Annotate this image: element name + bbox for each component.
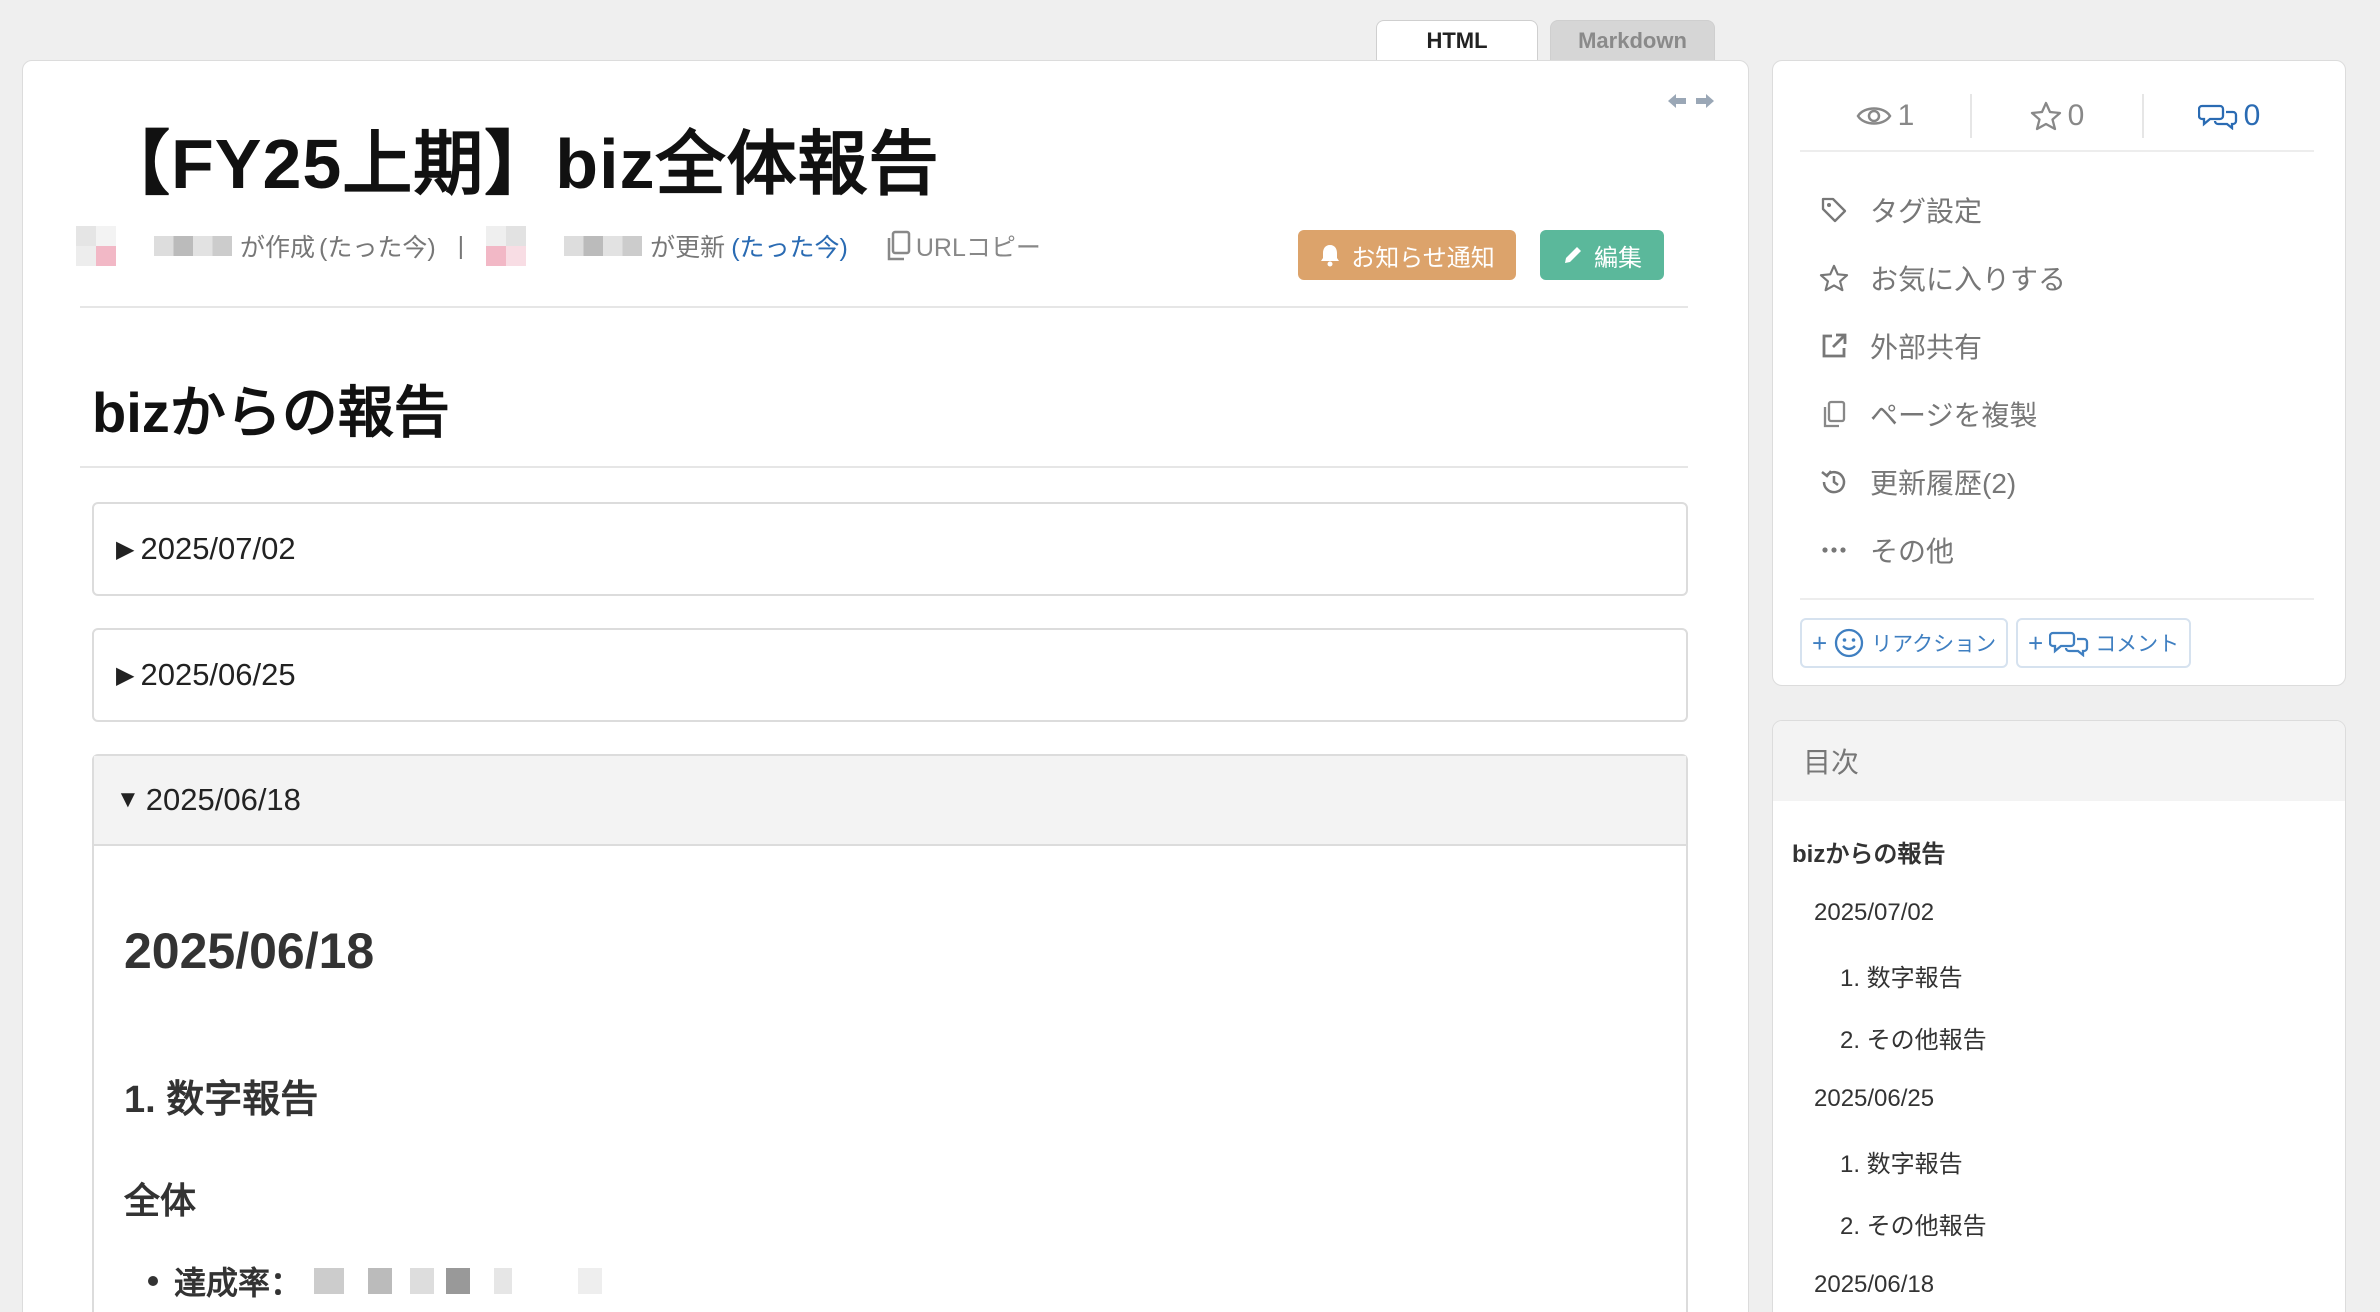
star-count-value: 0 <box>2067 99 2085 132</box>
menu-item-history[interactable]: 更新履歴(2) <box>1814 448 2066 516</box>
heading-divider <box>80 466 1688 468</box>
edit-button[interactable]: 編集 <box>1540 230 1664 280</box>
history-icon <box>1814 462 1854 502</box>
toc-item[interactable]: 1. 数字報告 <box>1792 944 1987 1006</box>
toc-item[interactable]: 2. その他報告 <box>1792 1006 1987 1068</box>
expanded-triangle-icon: ▼ <box>116 786 140 813</box>
updated-time-link[interactable]: (たった今) <box>731 228 848 264</box>
collapsible-section-open: ▼ 2025/06/18 <box>92 754 1688 1312</box>
star-icon <box>1814 258 1854 298</box>
section-subsubheading: 全体 <box>124 1180 197 1221</box>
content-heading: bizからの報告 <box>92 381 450 444</box>
toc-item[interactable]: 2025/07/02 <box>1792 882 1987 944</box>
comment-count-value: 0 <box>2243 99 2261 132</box>
section-date: 2025/07/02 <box>140 531 296 566</box>
more-icon <box>1814 530 1854 570</box>
tab-html[interactable]: HTML <box>1376 20 1538 60</box>
menu-item-label: お気に入りする <box>1870 264 2067 295</box>
copy-icon <box>887 230 911 261</box>
section-subheading: 1. 数字報告 <box>124 1079 319 1121</box>
star-icon <box>2030 101 2061 131</box>
menu-item-label: ページを複製 <box>1870 400 2038 431</box>
collapsible-section: ▶ 2025/07/02 <box>92 502 1688 596</box>
duplicate-icon <box>1814 394 1854 434</box>
toc-item[interactable]: 1. 数字報告 <box>1792 1130 1987 1192</box>
created-label: が作成 <box>240 234 316 262</box>
collapsed-triangle-icon: ▶ <box>116 661 135 689</box>
title-divider <box>80 306 1688 308</box>
external-link-icon <box>1814 326 1854 366</box>
comments-icon <box>2049 631 2089 657</box>
section-date: 2025/06/25 <box>140 657 296 692</box>
tab-markdown[interactable]: Markdown <box>1550 20 1715 60</box>
view-mode-tabs: HTML Markdown <box>1376 20 1715 60</box>
add-reaction-label: リアクション <box>1871 633 1997 656</box>
star-count[interactable]: 0 <box>1972 99 2142 133</box>
add-comment-label: コメント <box>2095 633 2180 656</box>
page-actions-menu: タグ設定 お気に入りする 外部共有 ページを複製 更新履歴(2) その他 <box>1814 176 2066 584</box>
menu-item-duplicate[interactable]: ページを複製 <box>1814 380 2066 448</box>
toc-title: 目次 <box>1773 721 2345 801</box>
copy-url-label: URLコピー <box>915 234 1041 262</box>
eye-icon <box>1856 107 1892 125</box>
notify-button-label: お知らせ通知 <box>1351 244 1495 272</box>
menu-item-favorite[interactable]: お気に入りする <box>1814 244 2066 312</box>
updater-name[interactable] <box>564 236 643 256</box>
menu-item-label: 更新履歴(2) <box>1870 468 2017 499</box>
notify-button[interactable]: お知らせ通知 <box>1298 230 1516 280</box>
view-count: 1 <box>1800 99 1970 133</box>
add-comment-button[interactable]: + コメント <box>2016 618 2192 668</box>
section-summary-toggle[interactable]: ▶ 2025/07/02 <box>94 504 1686 594</box>
collapsible-section: ▶ 2025/06/25 <box>92 628 1688 722</box>
pencil-icon <box>1565 247 1581 263</box>
bullet <box>148 1276 158 1286</box>
stats-divider <box>1800 150 2314 152</box>
add-reaction-button[interactable]: + リアクション <box>1800 618 2009 668</box>
section-content-title: 2025/06/18 <box>124 923 375 979</box>
page-title: 【FY25上期】biz全体報告 <box>100 125 940 203</box>
menu-divider <box>1800 598 2314 600</box>
toc-item[interactable]: bizからの報告 <box>1792 820 1987 882</box>
edit-button-label: 編集 <box>1594 244 1642 272</box>
updater-avatar[interactable] <box>486 226 527 266</box>
toc-item[interactable]: 2025/06/25 <box>1792 1068 1987 1130</box>
plus-icon: + <box>1812 627 1828 658</box>
menu-item-more[interactable]: その他 <box>1814 516 2066 584</box>
plus-icon: + <box>2028 627 2044 658</box>
menu-item-label: その他 <box>1870 536 1955 567</box>
bell-icon <box>1321 245 1340 267</box>
page-meta: が作成 (たった今) | が更新 (たった今) URLコピー <box>76 224 1041 268</box>
comments-icon <box>2197 104 2237 130</box>
toc-item[interactable]: 2025/06/18 <box>1792 1254 1987 1312</box>
menu-item-tags[interactable]: タグ設定 <box>1814 176 2066 244</box>
creator-name[interactable] <box>154 236 232 256</box>
copy-url-button[interactable]: URLコピー <box>884 228 1041 264</box>
menu-item-external-share[interactable]: 外部共有 <box>1814 312 2066 380</box>
created-time: (たった今) <box>319 234 436 262</box>
toc-item[interactable]: 2. その他報告 <box>1792 1192 1987 1254</box>
section-date: 2025/06/18 <box>145 782 301 817</box>
expand-width-icon[interactable] <box>1666 90 1716 112</box>
smiley-icon <box>1835 628 1864 658</box>
section-summary-toggle[interactable]: ▼ 2025/06/18 <box>94 756 1686 846</box>
view-count-value: 1 <box>1897 99 1915 132</box>
menu-item-label: 外部共有 <box>1870 332 1983 363</box>
redacted-value <box>314 1268 615 1294</box>
creator-avatar[interactable] <box>76 226 116 266</box>
page-stats: 1 0 0 <box>1800 80 2314 152</box>
section-summary-toggle[interactable]: ▶ 2025/06/25 <box>94 630 1686 720</box>
menu-item-label: タグ設定 <box>1870 196 1983 227</box>
list-item: 達成率： <box>148 1258 615 1304</box>
toc-list: bizからの報告 2025/07/02 1. 数字報告 2. その他報告 202… <box>1792 820 1987 1312</box>
collapsed-triangle-icon: ▶ <box>116 535 135 563</box>
tag-icon <box>1814 190 1854 230</box>
updated-label: が更新 <box>650 234 726 262</box>
comment-count[interactable]: 0 <box>2144 99 2314 133</box>
list-item-label: 達成率： <box>174 1265 303 1301</box>
meta-separator: | <box>457 231 465 260</box>
